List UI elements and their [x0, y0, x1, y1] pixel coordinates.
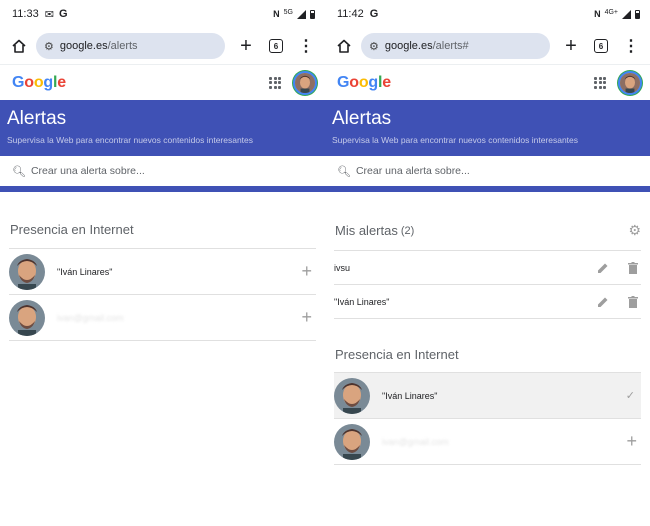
status-time: 11:42 — [337, 8, 364, 20]
url-host: google.es — [384, 40, 433, 52]
list-divider — [9, 340, 316, 341]
page-title: Alertas — [332, 108, 392, 129]
alert-query: ivsu — [334, 262, 351, 273]
new-tab-icon[interactable]: + — [556, 31, 586, 61]
nfc-icon: N — [594, 9, 601, 19]
check-icon[interactable]: ✓ — [626, 389, 635, 402]
menu-icon[interactable]: ⋮ — [291, 31, 321, 61]
profile-photo — [334, 423, 370, 460]
alert-item[interactable]: "Iván Linares" — [334, 284, 641, 318]
tab-switcher-button[interactable]: 6 — [261, 31, 291, 61]
gmail-icon: ✉ — [44, 8, 54, 21]
apps-grid-icon[interactable] — [269, 76, 281, 89]
list-divider — [334, 464, 641, 465]
tab-count: 6 — [269, 39, 283, 53]
home-icon[interactable] — [329, 31, 359, 61]
alert-query: "Iván Linares" — [334, 296, 390, 307]
my-alerts-title: Mis alertas — [335, 223, 398, 238]
page-subtitle: Supervisa la Web para encontrar nuevos c… — [332, 135, 579, 145]
address-bar[interactable]: ⚙ google.es/alerts# — [361, 33, 550, 59]
search-icon: 🔍︎ — [337, 165, 351, 178]
battery-icon — [635, 9, 640, 19]
presence-label-blurred: ivan@gmail.com — [382, 436, 449, 447]
new-tab-icon[interactable]: + — [231, 31, 261, 61]
screenshot-left: 11:33 ✉ G N 5G ⚙ google.es/alerts + 6 ⋮ … — [0, 0, 325, 526]
add-icon[interactable]: + — [301, 261, 312, 282]
network-type: 5G — [283, 8, 293, 16]
home-icon[interactable] — [4, 31, 34, 61]
page-title: Alertas — [7, 108, 67, 129]
browser-toolbar: ⚙ google.es/alerts# + 6 ⋮ — [325, 28, 650, 64]
create-alert-input[interactable]: 🔍︎ Crear una alerta sobre... — [0, 156, 325, 192]
url-path: /alerts# — [432, 40, 469, 52]
presence-title: Presencia en Internet — [335, 347, 459, 362]
status-bar: 11:42 G N 4G+ — [325, 0, 650, 28]
edit-pencil-icon[interactable] — [595, 262, 611, 274]
presence-row: ivan@gmail.com + — [9, 294, 316, 340]
create-alert-input[interactable]: 🔍︎ Crear una alerta sobre... — [325, 156, 650, 192]
status-time: 11:33 — [12, 8, 39, 20]
presence-row: ivan@gmail.com + — [334, 418, 641, 464]
nfc-icon: N — [273, 9, 280, 19]
google-header: Google — [325, 64, 650, 100]
alerts-banner: Alertas Supervisa la Web para encontrar … — [0, 100, 325, 156]
my-alerts-count: (2) — [400, 224, 415, 237]
site-settings-icon[interactable]: ⚙ — [369, 40, 379, 53]
network-type: 4G+ — [604, 8, 618, 16]
profile-photo — [334, 377, 370, 414]
google-logo[interactable]: Google — [12, 74, 66, 92]
add-icon[interactable]: + — [626, 431, 637, 452]
presence-row: "Iván Linares" ✓ — [334, 372, 641, 418]
account-avatar[interactable] — [293, 70, 317, 95]
presence-label: "Iván Linares" — [57, 266, 113, 277]
page-subtitle: Supervisa la Web para encontrar nuevos c… — [7, 135, 254, 145]
browser-toolbar: ⚙ google.es/alerts + 6 ⋮ — [0, 28, 325, 64]
apps-grid-icon[interactable] — [594, 76, 606, 89]
url-host: google.es — [59, 40, 108, 52]
google-logo[interactable]: Google — [337, 74, 391, 92]
presence-label-blurred: ivan@gmail.com — [57, 312, 124, 323]
alerts-banner: Alertas Supervisa la Web para encontrar … — [325, 100, 650, 156]
alert-item[interactable]: ivsu — [334, 250, 641, 284]
google-header: Google — [0, 64, 325, 100]
google-g-icon: G — [369, 8, 379, 20]
site-settings-icon[interactable]: ⚙ — [44, 40, 54, 53]
status-bar: 11:33 ✉ G N 5G — [0, 0, 325, 28]
profile-photo — [9, 299, 45, 336]
presence-title: Presencia en Internet — [10, 222, 134, 237]
presence-row: "Iván Linares" + — [9, 248, 316, 294]
address-bar[interactable]: ⚙ google.es/alerts — [36, 33, 225, 59]
google-g-icon: G — [58, 8, 68, 20]
screenshot-right: 11:42 G N 4G+ ⚙ google.es/alerts# + 6 ⋮ … — [325, 0, 650, 526]
search-icon: 🔍︎ — [12, 165, 26, 178]
add-icon[interactable]: + — [301, 307, 312, 328]
presence-label: "Iván Linares" — [382, 390, 438, 401]
tab-count: 6 — [594, 39, 608, 53]
delete-trash-icon[interactable] — [625, 261, 641, 274]
profile-photo — [9, 253, 45, 290]
account-avatar[interactable] — [618, 70, 642, 95]
search-placeholder: Crear una alerta sobre... — [355, 165, 470, 177]
delete-trash-icon[interactable] — [625, 295, 641, 308]
edit-pencil-icon[interactable] — [595, 296, 611, 308]
my-alerts-header: Mis alertas (2) ⚙ — [325, 222, 650, 239]
signal-icon — [622, 9, 631, 19]
tab-switcher-button[interactable]: 6 — [586, 31, 616, 61]
menu-icon[interactable]: ⋮ — [616, 31, 646, 61]
search-placeholder: Crear una alerta sobre... — [30, 165, 145, 177]
signal-icon — [297, 9, 306, 19]
url-path: /alerts — [107, 40, 138, 52]
battery-icon — [310, 9, 315, 19]
settings-gear-icon[interactable]: ⚙ — [628, 222, 641, 239]
